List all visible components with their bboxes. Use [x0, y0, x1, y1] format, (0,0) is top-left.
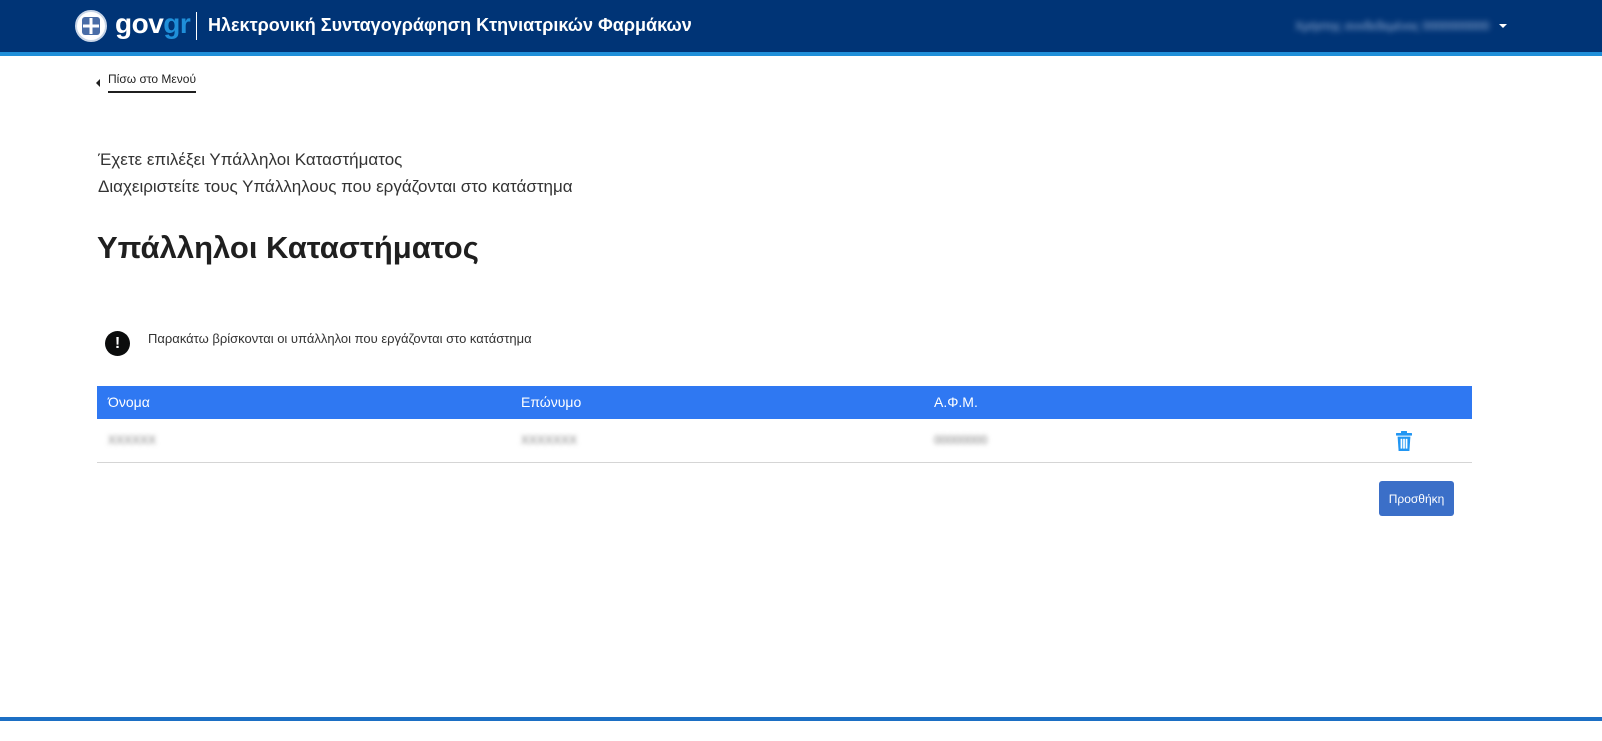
govgr-logo[interactable]: govgr — [115, 6, 191, 42]
column-header-afm: Α.Φ.Μ. — [934, 394, 978, 410]
caret-left-icon — [96, 78, 100, 87]
top-header: govgr Ηλεκτρονική Συνταγογράφηση Κτηνιατ… — [0, 0, 1602, 56]
user-menu[interactable]: Χρήστης συνδεδεμένος 0000000000 — [1295, 17, 1508, 35]
table-row: ΧΧΧΧΧΧ ΧΧΧΧΧΧΧ 00000000 — [97, 420, 1472, 463]
app-title: Ηλεκτρονική Συνταγογράφηση Κτηνιατρικών … — [208, 15, 692, 35]
column-header-last-name: Επώνυμο — [521, 394, 582, 410]
logo-gr-text: gr — [163, 8, 191, 39]
table-header: Όνομα Επώνυμο Α.Φ.Μ. — [97, 386, 1472, 419]
back-to-menu-link[interactable]: Πίσω στο Μενού — [96, 72, 197, 93]
cell-last-name: ΧΧΧΧΧΧΧ — [521, 433, 578, 447]
notice-text: Παρακάτω βρίσκονται οι υπάλληλοι που εργ… — [148, 331, 532, 346]
cell-first-name: ΧΧΧΧΧΧ — [108, 433, 157, 447]
column-header-first-name: Όνομα — [108, 394, 150, 410]
page-title: Υπάλληλοι Καταστήματος — [97, 230, 479, 265]
selection-caption: Έχετε επιλέξει Υπάλληλοι Καταστήματος — [98, 150, 403, 169]
add-employee-button[interactable]: Προσθήκη — [1379, 481, 1454, 516]
greek-coat-of-arms-icon — [75, 10, 107, 42]
selection-description: Διαχειριστείτε τους Υπάλληλους που εργάζ… — [98, 177, 573, 196]
user-name: Χρήστης συνδεδεμένος 0000000000 — [1295, 19, 1490, 33]
caret-down-icon[interactable] — [1499, 24, 1508, 28]
header-divider — [196, 12, 197, 40]
trash-icon[interactable] — [1394, 430, 1414, 452]
exclamation-circle-icon: ! — [105, 331, 130, 356]
logo-gov-text: gov — [115, 8, 164, 39]
footer-bar — [0, 717, 1602, 721]
cell-afm: 00000000 — [934, 433, 988, 447]
back-to-menu-label[interactable]: Πίσω στο Μενού — [108, 72, 197, 93]
